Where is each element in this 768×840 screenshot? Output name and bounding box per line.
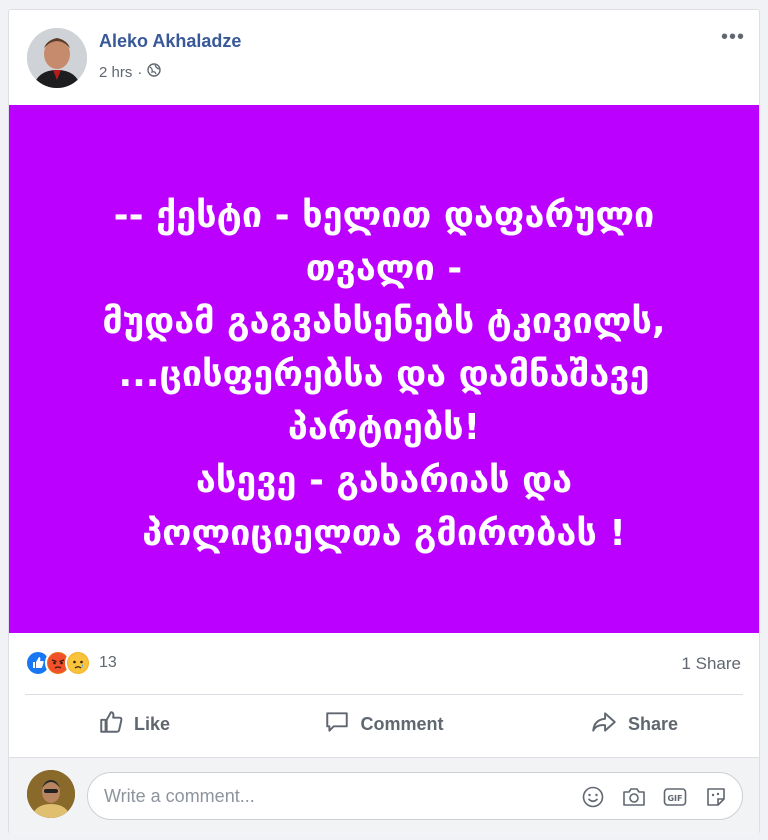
- emoji-icon[interactable]: [581, 785, 605, 809]
- post-background: -- ქესტი - ხელით დაფარული თვალი - მუდამ …: [9, 105, 759, 633]
- author-name[interactable]: Aleko Akhaladze: [99, 31, 241, 52]
- like-label: Like: [133, 713, 171, 734]
- camera-icon[interactable]: [622, 785, 646, 809]
- more-options-icon[interactable]: •••: [721, 27, 745, 47]
- sad-reaction-icon: [65, 650, 91, 676]
- comment-input[interactable]: [104, 785, 544, 807]
- author-avatar[interactable]: [27, 28, 87, 88]
- post-meta: 2 hrs ·: [99, 63, 162, 81]
- svg-text:GIF: GIF: [667, 794, 682, 803]
- share-button[interactable]: Share: [509, 700, 759, 748]
- post-card: Aleko Akhaladze 2 hrs · ••• -- ქესტი - ხ…: [8, 9, 760, 835]
- gif-icon[interactable]: GIF: [663, 785, 687, 809]
- like-button[interactable]: Like: [9, 700, 259, 748]
- comment-icon: [324, 709, 350, 740]
- post-stats: 13 1 Share: [9, 646, 759, 680]
- post-text: -- ქესტი - ხელით დაფარული თვალი - მუდამ …: [102, 194, 666, 554]
- comment-tools: GIF: [581, 785, 728, 809]
- share-count[interactable]: 1 Share: [681, 654, 741, 674]
- comment-section: GIF: [9, 757, 759, 835]
- comment-label: Comment: [360, 713, 444, 734]
- post-time[interactable]: 2 hrs: [99, 64, 132, 81]
- share-icon: [590, 709, 618, 740]
- reaction-count[interactable]: 13: [99, 654, 117, 672]
- globe-icon[interactable]: [147, 63, 162, 81]
- post-header: Aleko Akhaladze 2 hrs · •••: [9, 10, 759, 105]
- sticker-icon[interactable]: [704, 785, 728, 809]
- thumbs-up-icon: [98, 709, 124, 740]
- reactions-summary[interactable]: 13: [25, 650, 117, 676]
- share-label: Share: [627, 713, 679, 734]
- comment-input-box[interactable]: GIF: [87, 772, 743, 820]
- comment-button[interactable]: Comment: [259, 700, 509, 748]
- user-avatar[interactable]: [27, 770, 75, 818]
- post-actions: Like Comment Share: [9, 700, 759, 748]
- divider: [25, 694, 743, 695]
